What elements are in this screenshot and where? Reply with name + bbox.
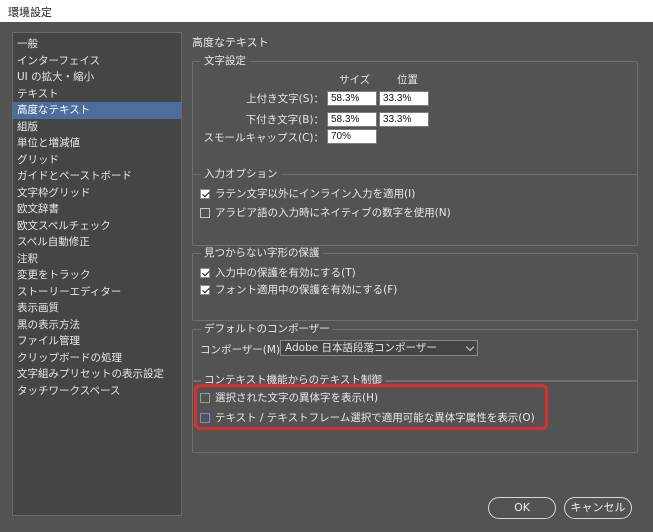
window-title: 環境設定 [0,0,653,22]
composer-value: Adobe 日本語段落コンポーザー [285,342,437,354]
inline-input-label: ラテン文字以外にインライン入力を適用(I) [215,188,416,200]
sidebar-item-track-changes[interactable]: 変更をトラック [13,267,181,284]
sidebar-item-advanced-type[interactable]: 高度なテキスト [13,102,181,119]
sidebar-item-file-handling[interactable]: ファイル管理 [13,333,181,350]
missing-glyph-group: 見つからない字形の保護 入力中の保護を有効にする(T) フォント適用中の保護を有… [192,246,638,321]
sidebar-item-autocorrect[interactable]: スペル自動修正 [13,234,181,251]
sidebar-item-display-performance[interactable]: 表示画質 [13,300,181,317]
input-options-legend: 入力オプション [201,167,281,181]
sidebar-item-ui-scaling[interactable]: UI の拡大・縮小 [13,69,181,86]
sidebar-item-notes[interactable]: 注釈 [13,251,181,268]
font-protection-label: フォント適用中の保護を有効にする(F) [215,284,398,296]
sidebar-item-touch-workspace[interactable]: タッチワークスペース [13,383,181,400]
small-caps-size-input[interactable]: 70% [327,129,377,144]
sidebar-item-black-appearance[interactable]: 黒の表示方法 [13,317,181,334]
sidebar-item-grids[interactable]: グリッド [13,152,181,169]
subscript-label: 下付き文字(B)： [245,114,324,126]
font-protection-option[interactable]: フォント適用中の保護を有効にする(F) [200,282,397,297]
sidebar-item-dictionary[interactable]: 欧文辞書 [13,201,181,218]
position-column-header: 位置 [397,74,418,86]
native-digits-label: アラビア語の入力時にネイティブの数字を使用(N) [215,207,451,219]
missing-glyph-legend: 見つからない字形の保護 [201,246,323,260]
font-protection-checkbox[interactable] [200,284,210,295]
subscript-position-input[interactable]: 33.3% [379,112,429,127]
sidebar-item-general[interactable]: 一般 [13,36,181,53]
small-caps-label: スモールキャップス(C)： [203,132,324,144]
character-settings-group: 文字設定 サイズ 位置 上付き文字(S)： 58.3% 33.3% 下付き文字(… [192,54,638,175]
highlight-annotation [194,384,548,430]
typing-protection-checkbox[interactable] [200,267,210,278]
typing-protection-label: 入力中の保護を有効にする(T) [215,267,356,279]
sidebar-item-spelling[interactable]: 欧文スペルチェック [13,218,181,235]
inline-input-checkbox[interactable] [200,188,210,199]
native-digits-option[interactable]: アラビア語の入力時にネイティブの数字を使用(N) [200,205,451,220]
superscript-position-input[interactable]: 33.3% [379,91,429,106]
sidebar-item-composition[interactable]: 組版 [13,119,181,136]
preferences-dialog: 一般 インターフェイス UI の拡大・縮小 テキスト 高度なテキスト 組版 単位… [0,22,653,532]
size-column-header: サイズ [339,74,371,86]
sidebar-item-story-editor[interactable]: ストーリーエディター [13,284,181,301]
sidebar-item-frame-grid[interactable]: 文字枠グリッド [13,185,181,202]
page-title: 高度なテキスト [192,36,269,49]
preferences-category-list[interactable]: 一般 インターフェイス UI の拡大・縮小 テキスト 高度なテキスト 組版 単位… [12,32,182,516]
character-settings-legend: 文字設定 [201,54,249,68]
composer-dropdown[interactable]: Adobe 日本語段落コンポーザー [280,340,478,356]
sidebar-item-interface[interactable]: インターフェイス [13,53,181,70]
native-digits-checkbox[interactable] [200,207,210,218]
composer-label: コンポーザー(M)： [200,344,291,356]
sidebar-item-guides-pasteboard[interactable]: ガイドとペーストボード [13,168,181,185]
superscript-label: 上付き文字(S)： [246,93,324,105]
default-composer-legend: デフォルトのコンポーザー [201,322,333,336]
sidebar-item-units-increments[interactable]: 単位と増減値 [13,135,181,152]
ok-button[interactable]: OK [488,497,556,519]
input-options-group: 入力オプション ラテン文字以外にインライン入力を適用(I) アラビア語の入力時に… [192,167,638,246]
cancel-button[interactable]: キャンセル [564,497,632,519]
chevron-down-icon [465,342,475,352]
inline-input-option[interactable]: ラテン文字以外にインライン入力を適用(I) [200,186,415,201]
sidebar-item-type[interactable]: テキスト [13,86,181,103]
sidebar-item-clipboard[interactable]: クリップボードの処理 [13,350,181,367]
subscript-size-input[interactable]: 58.3% [327,112,377,127]
superscript-size-input[interactable]: 58.3% [327,91,377,106]
typing-protection-option[interactable]: 入力中の保護を有効にする(T) [200,265,356,280]
sidebar-item-mojikumi-presets[interactable]: 文字組みプリセットの表示設定 [13,366,181,383]
